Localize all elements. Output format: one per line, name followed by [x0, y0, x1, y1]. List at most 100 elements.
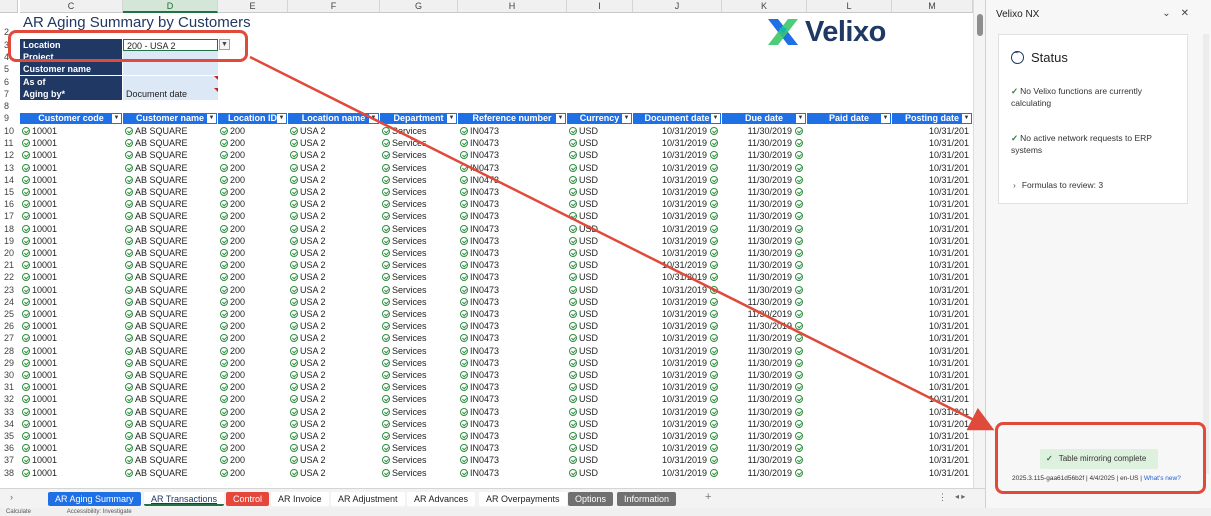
- table-cell[interactable]: 10/31/201: [892, 259, 969, 271]
- table-cell[interactable]: 200: [220, 308, 286, 320]
- table-cell[interactable]: 10/31/2019: [633, 125, 718, 137]
- table-cell[interactable]: AB SQUARE: [125, 235, 216, 247]
- row-header[interactable]: 7: [0, 88, 18, 100]
- table-cell[interactable]: 10/31/2019: [633, 418, 718, 430]
- table-cell[interactable]: [807, 381, 888, 393]
- table-cell[interactable]: 200: [220, 393, 286, 405]
- param-value-input[interactable]: [123, 63, 218, 76]
- table-cell[interactable]: USA 2: [290, 174, 378, 186]
- table-cell[interactable]: USD: [569, 308, 631, 320]
- row-header[interactable]: 34: [0, 418, 18, 430]
- table-cell[interactable]: USA 2: [290, 369, 378, 381]
- table-cell[interactable]: 10/31/2019: [633, 296, 718, 308]
- table-cell[interactable]: Services: [382, 345, 456, 357]
- table-cell[interactable]: USD: [569, 406, 631, 418]
- table-cell[interactable]: 10/31/2019: [633, 223, 718, 235]
- table-cell[interactable]: 10/31/201: [892, 381, 969, 393]
- table-cell[interactable]: AB SQUARE: [125, 162, 216, 174]
- table-cell[interactable]: IN0473: [460, 210, 565, 222]
- table-cell[interactable]: IN0473: [460, 296, 565, 308]
- table-cell[interactable]: Services: [382, 247, 456, 259]
- table-cell[interactable]: USD: [569, 235, 631, 247]
- table-cell[interactable]: 11/30/2019: [722, 381, 803, 393]
- table-cell[interactable]: USA 2: [290, 332, 378, 344]
- table-cell[interactable]: IN0473: [460, 393, 565, 405]
- table-cell[interactable]: IN0473: [460, 284, 565, 296]
- table-cell[interactable]: 11/30/2019: [722, 296, 803, 308]
- table-row[interactable]: 10001 AB SQUARE 200 USA 2 Services IN0473 USD 1…: [20, 308, 975, 320]
- sheet-tab[interactable]: AR Advances: [407, 492, 476, 506]
- table-cell[interactable]: Services: [382, 308, 456, 320]
- table-cell[interactable]: 10/31/2019: [633, 186, 718, 198]
- table-cell[interactable]: 200: [220, 137, 286, 149]
- table-cell[interactable]: 10/31/201: [892, 467, 969, 479]
- table-cell[interactable]: Services: [382, 186, 456, 198]
- table-row[interactable]: 10001 AB SQUARE 200 USA 2 Services IN0473 USD 1…: [20, 467, 975, 479]
- table-cell[interactable]: AB SQUARE: [125, 149, 216, 161]
- table-cell[interactable]: 11/30/2019: [722, 198, 803, 210]
- table-cell[interactable]: 11/30/2019: [722, 235, 803, 247]
- table-row[interactable]: 10001 AB SQUARE 200 USA 2 Services IN0473 USD 1…: [20, 162, 975, 174]
- table-cell[interactable]: Services: [382, 210, 456, 222]
- table-cell[interactable]: Services: [382, 149, 456, 161]
- table-cell[interactable]: AB SQUARE: [125, 345, 216, 357]
- table-cell[interactable]: 10/31/2019: [633, 430, 718, 442]
- column-header-c[interactable]: C: [20, 0, 123, 13]
- table-cell[interactable]: USD: [569, 162, 631, 174]
- sheet-tab[interactable]: Control: [226, 492, 270, 506]
- table-cell[interactable]: Services: [382, 125, 456, 137]
- table-cell[interactable]: USA 2: [290, 442, 378, 454]
- table-cell[interactable]: 11/30/2019: [722, 418, 803, 430]
- sheet-tab[interactable]: AR Invoice: [271, 492, 329, 506]
- table-cell[interactable]: 10001: [22, 223, 121, 235]
- table-cell[interactable]: Services: [382, 332, 456, 344]
- column-header-d[interactable]: D: [123, 0, 218, 13]
- table-cell[interactable]: AB SQUARE: [125, 357, 216, 369]
- table-cell[interactable]: AB SQUARE: [125, 174, 216, 186]
- table-cell[interactable]: [807, 284, 888, 296]
- row-header[interactable]: 14: [0, 174, 18, 186]
- tab-scroll-right-icon[interactable]: ›: [10, 492, 13, 502]
- table-cell[interactable]: Services: [382, 162, 456, 174]
- table-cell[interactable]: 11/30/2019: [722, 210, 803, 222]
- table-cell[interactable]: [807, 235, 888, 247]
- table-row[interactable]: 10001 AB SQUARE 200 USA 2 Services IN0473 USD 1…: [20, 320, 975, 332]
- table-cell[interactable]: 10001: [22, 259, 121, 271]
- table-cell[interactable]: 10001: [22, 357, 121, 369]
- table-cell[interactable]: 11/30/2019: [722, 137, 803, 149]
- table-cell[interactable]: 10/31/201: [892, 454, 969, 466]
- table-cell[interactable]: 10001: [22, 345, 121, 357]
- table-cell[interactable]: 10001: [22, 308, 121, 320]
- row-header[interactable]: 13: [0, 162, 18, 174]
- table-cell[interactable]: IN0473: [460, 259, 565, 271]
- table-cell[interactable]: 10001: [22, 210, 121, 222]
- table-cell[interactable]: USD: [569, 467, 631, 479]
- table-cell[interactable]: 10001: [22, 198, 121, 210]
- table-cell[interactable]: IN0473: [460, 320, 565, 332]
- table-row[interactable]: 10001 AB SQUARE 200 USA 2 Services IN0473 USD 1…: [20, 210, 975, 222]
- table-cell[interactable]: [807, 223, 888, 235]
- table-cell[interactable]: 200: [220, 149, 286, 161]
- table-row[interactable]: 10001 AB SQUARE 200 USA 2 Services IN0473 USD 1…: [20, 418, 975, 430]
- table-column-header[interactable]: Posting date ▼: [892, 113, 973, 124]
- row-header[interactable]: 5: [0, 63, 18, 75]
- table-cell[interactable]: [807, 393, 888, 405]
- table-cell[interactable]: IN0473: [460, 223, 565, 235]
- table-cell[interactable]: 200: [220, 332, 286, 344]
- table-row[interactable]: 10001 AB SQUARE 200 USA 2 Services IN0473 USD 1…: [20, 271, 975, 283]
- table-cell[interactable]: IN0473: [460, 357, 565, 369]
- table-cell[interactable]: 10/31/201: [892, 418, 969, 430]
- table-cell[interactable]: USA 2: [290, 430, 378, 442]
- table-cell[interactable]: [807, 137, 888, 149]
- table-cell[interactable]: USD: [569, 174, 631, 186]
- column-header-m[interactable]: M: [892, 0, 973, 13]
- table-cell[interactable]: 11/30/2019: [722, 454, 803, 466]
- table-cell[interactable]: 10/31/201: [892, 149, 969, 161]
- table-cell[interactable]: IN0473: [460, 137, 565, 149]
- table-cell[interactable]: [807, 454, 888, 466]
- table-cell[interactable]: Services: [382, 198, 456, 210]
- table-cell[interactable]: [807, 332, 888, 344]
- table-cell[interactable]: USA 2: [290, 149, 378, 161]
- table-row[interactable]: 10001 AB SQUARE 200 USA 2 Services IN0473 USD 1…: [20, 442, 975, 454]
- table-cell[interactable]: USA 2: [290, 418, 378, 430]
